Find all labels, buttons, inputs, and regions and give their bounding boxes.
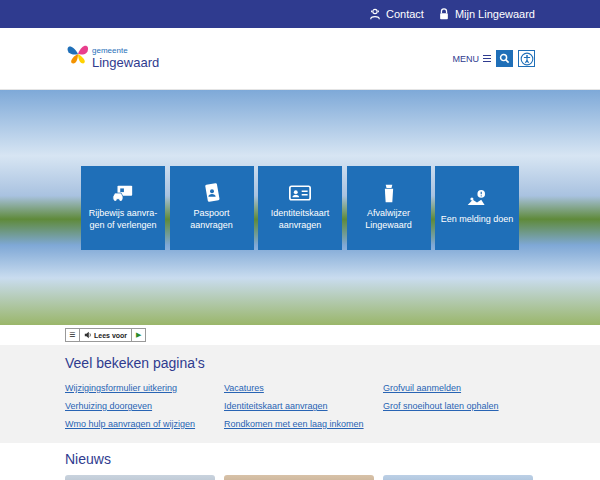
news: Nieuws (0, 443, 600, 480)
logo-name: Lingewaard (92, 56, 159, 70)
readspeaker-menu[interactable]: ☰ (66, 329, 80, 341)
hero-photo: Rijbewijs aanvra­gen of verlengenPaspoor… (0, 90, 600, 325)
passport-icon (201, 183, 223, 203)
logo-small: gemeente (92, 47, 159, 55)
popular-link[interactable]: Wijzigingsformulier uitkering (65, 379, 224, 397)
news-card[interactable] (65, 475, 215, 480)
task-tile[interactable]: Identiteitskaart aanvragen (258, 166, 342, 250)
search-button[interactable] (496, 50, 513, 67)
id-card-icon (289, 183, 311, 203)
task-tile[interactable]: Afvalwijzer Lingewaard (347, 166, 431, 250)
popular-column: VacaturesIdentiteitskaart aanvragenRondk… (224, 379, 383, 433)
accessibility-icon (520, 52, 534, 66)
task-tile[interactable]: Paspoort aanvragen (170, 166, 254, 250)
lock-icon (438, 8, 450, 20)
popular-link[interactable]: Verhuizing doorgeven (65, 397, 224, 415)
waste-bin-icon (378, 183, 400, 203)
popular-link[interactable]: Grof snoeihout laten ophalen (383, 397, 533, 415)
popular-link[interactable]: Identiteitskaart aanvragen (224, 397, 383, 415)
news-card[interactable] (383, 475, 533, 480)
logo[interactable]: gemeenteLingewaard (65, 47, 159, 69)
popular-column: Grofvuil aanmeldenGrof snoeihout laten o… (383, 379, 533, 433)
popular-link[interactable]: Rondkomen met een laag inkomen (224, 415, 383, 433)
top-bar: Contact Mijn Lingewaard (0, 0, 600, 28)
popular-column: Wijzigingsformulier uitkeringVerhuizing … (65, 379, 224, 433)
read-aloud-button[interactable]: Lees voor (80, 329, 131, 341)
news-title: Nieuws (65, 451, 535, 467)
contact-icon (369, 8, 381, 20)
top-link[interactable]: Contact (369, 8, 424, 20)
driving-licence-icon (112, 183, 134, 203)
popular-pages: Veel bekeken pagina's Wijzigingsformulier… (0, 345, 600, 443)
news-card[interactable] (224, 475, 374, 480)
popular-link[interactable]: Vacatures (224, 379, 383, 397)
popular-link[interactable]: Wmo hulp aanvragen of wijzigen (65, 415, 224, 433)
hamburger-icon (483, 55, 491, 63)
header: gemeenteLingewaard MENU (0, 28, 600, 90)
tiles: Rijbewijs aanvra­gen of verlengenPaspoor… (81, 166, 519, 250)
popular-link[interactable]: Grofvuil aanmelden (383, 379, 533, 397)
menu-button[interactable]: MENU (453, 54, 492, 64)
accessibility-button[interactable] (518, 50, 535, 67)
report-icon (466, 189, 488, 209)
readspeaker: ☰ Lees voor▶ (65, 328, 146, 342)
speaker-icon (84, 331, 92, 339)
task-tile[interactable]: Een melding doen (435, 166, 519, 250)
task-tile[interactable]: Rijbewijs aanvra­gen of verlengen (81, 166, 165, 250)
popular-title: Veel bekeken pagina's (65, 355, 535, 371)
search-icon (499, 53, 510, 64)
play-button[interactable]: ▶ (131, 329, 145, 341)
top-link[interactable]: Mijn Lingewaard (438, 8, 535, 20)
butterfly-icon (65, 41, 91, 67)
page: Contact Mijn Lingewaard gemeenteLingewaard… (0, 0, 600, 480)
